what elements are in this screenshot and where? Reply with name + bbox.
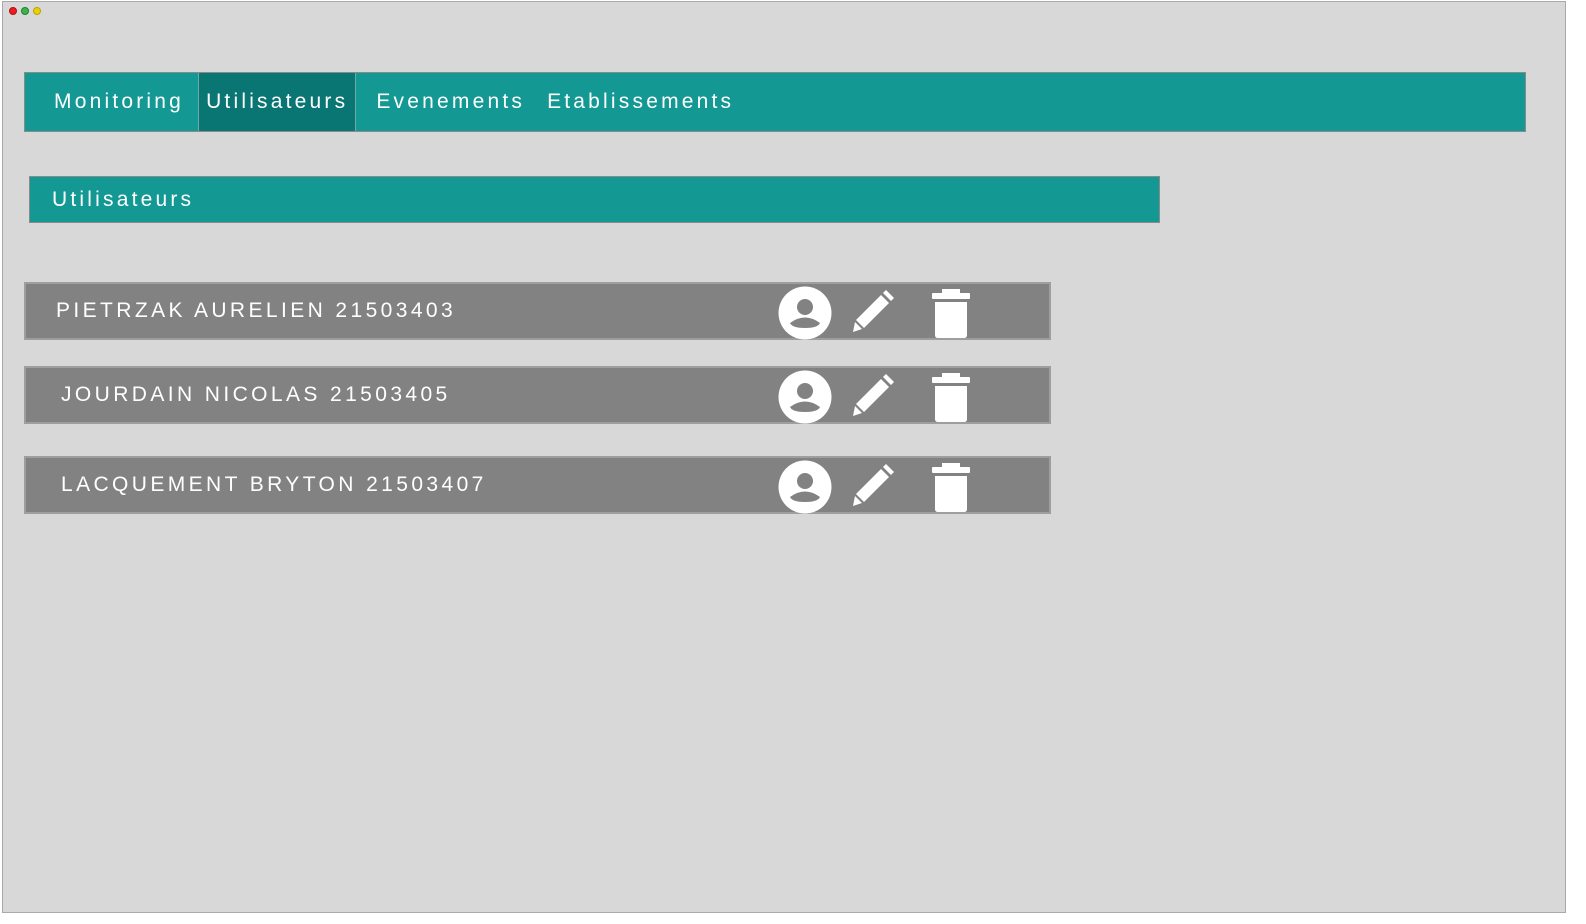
account-circle-icon[interactable] <box>778 286 832 340</box>
section-title: Utilisateurs <box>29 176 1160 223</box>
close-window-button[interactable] <box>9 7 17 15</box>
pencil-icon[interactable] <box>850 370 904 424</box>
tab-monitoring[interactable]: Monitoring <box>30 73 196 131</box>
user-row: PIETRZAK AURELIEN 21503403 <box>24 282 1051 340</box>
user-label: JOURDAIN NICOLAS 21503405 <box>61 383 451 406</box>
tab-etablissements[interactable]: Etablissements <box>535 73 746 131</box>
trash-icon[interactable] <box>924 286 978 340</box>
main-nav: Monitoring Utilisateurs Evenements Etabl… <box>24 72 1526 132</box>
user-label: LACQUEMENT BRYTON 21503407 <box>61 473 487 496</box>
tab-utilisateurs[interactable]: Utilisateurs <box>198 73 357 131</box>
minimize-window-button[interactable] <box>33 7 41 15</box>
window-controls <box>9 7 41 15</box>
user-row: LACQUEMENT BRYTON 21503407 <box>24 456 1051 514</box>
trash-icon[interactable] <box>924 370 978 424</box>
user-label: PIETRZAK AURELIEN 21503403 <box>56 299 457 322</box>
account-circle-icon[interactable] <box>778 460 832 514</box>
account-circle-icon[interactable] <box>778 370 832 424</box>
pencil-icon[interactable] <box>850 460 904 514</box>
maximize-window-button[interactable] <box>21 7 29 15</box>
trash-icon[interactable] <box>924 460 978 514</box>
pencil-icon[interactable] <box>850 286 904 340</box>
user-row: JOURDAIN NICOLAS 21503405 <box>24 366 1051 424</box>
tab-evenements[interactable]: Evenements <box>356 73 535 131</box>
